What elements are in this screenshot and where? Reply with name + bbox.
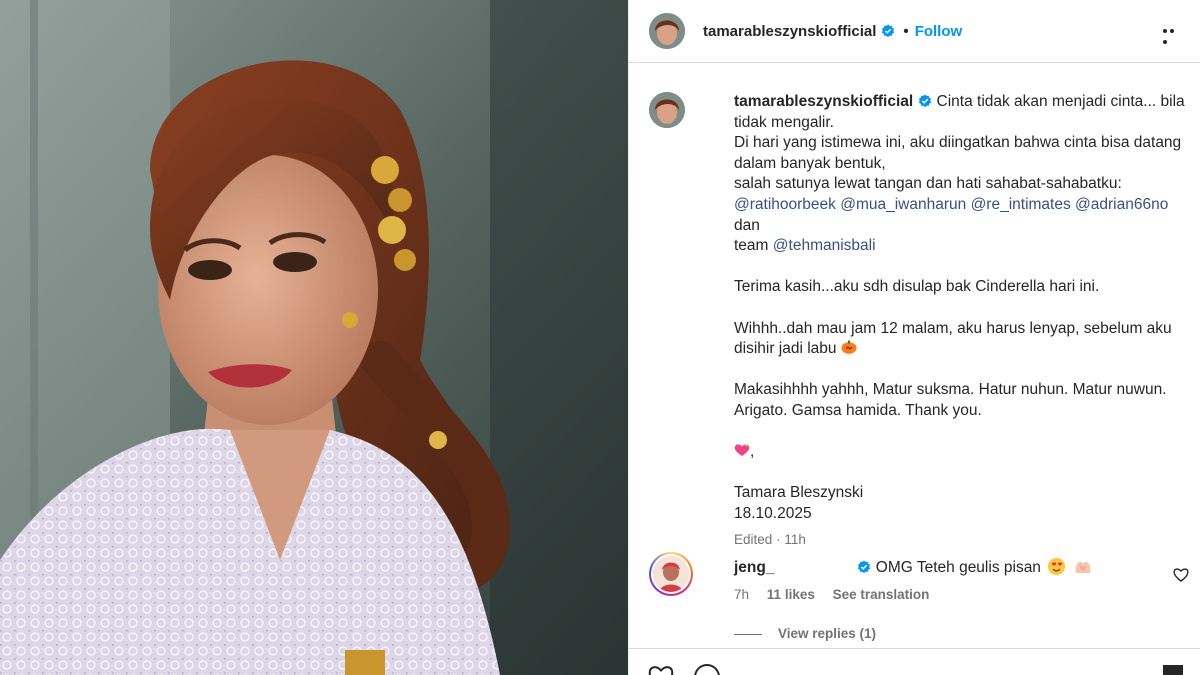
edited-meta: Edited · 11h bbox=[734, 530, 1196, 551]
heart-eyes-emoji-icon bbox=[1048, 558, 1066, 575]
see-translation-link[interactable]: See translation bbox=[833, 587, 930, 602]
comment-meta: 7h 11 likes See translation bbox=[734, 587, 943, 602]
heart-suffix: , bbox=[750, 443, 755, 461]
comment-like-heart-icon[interactable] bbox=[1173, 567, 1189, 582]
mentions-joiner: dan bbox=[734, 216, 760, 234]
commenter-avatar[interactable] bbox=[649, 552, 693, 596]
team-prefix: team bbox=[734, 237, 769, 255]
caption-heart-line: , bbox=[734, 442, 1196, 463]
view-replies-label: View replies (1) bbox=[778, 626, 877, 641]
mention-link[interactable]: @re_intimates bbox=[971, 196, 1071, 213]
edited-label: Edited bbox=[734, 532, 773, 548]
sparkling-heart-icon bbox=[734, 443, 750, 457]
bookmark-icon[interactable] bbox=[1159, 663, 1187, 675]
caption-paragraph: Wihhh..dah mau jam 12 malam, aku harus l… bbox=[734, 319, 1172, 337]
comment-item: jeng_ OMG Teteh geulis pisan 7h 11 likes… bbox=[649, 552, 1189, 602]
mention-link[interactable]: @tehmanisbali bbox=[773, 237, 876, 254]
verified-badge-icon bbox=[882, 24, 895, 38]
caption-author-avatar[interactable] bbox=[649, 92, 685, 128]
heart-hands-emoji-icon bbox=[1075, 561, 1090, 573]
verified-badge-icon bbox=[919, 94, 932, 108]
caption-line: Di hari yang istimewa ini, aku diingatka… bbox=[734, 134, 1182, 152]
caption-paragraph-line: disihir jadi labu bbox=[734, 339, 1196, 360]
comment-icon[interactable] bbox=[693, 663, 721, 675]
caption-line: dalam banyak bentuk, bbox=[734, 154, 886, 172]
caption-line: Cinta tidak akan menjadi cinta... bila bbox=[936, 93, 1185, 110]
replies-line bbox=[734, 633, 762, 635]
post-photo[interactable] bbox=[0, 0, 628, 675]
view-replies-button[interactable]: View replies (1) bbox=[734, 626, 876, 641]
redacted-username-part bbox=[774, 562, 853, 573]
caption-paragraph: Terima kasih...aku sdh disulap bak Cinde… bbox=[734, 278, 1100, 296]
portrait-image bbox=[0, 0, 628, 675]
post-actions-bar bbox=[629, 648, 1200, 675]
edited-time[interactable]: 11h bbox=[784, 532, 806, 547]
post-header: tamarableszynskiofficial • Follow bbox=[629, 0, 1200, 63]
caption-line: tidak mengalir. bbox=[734, 113, 834, 131]
author-avatar[interactable] bbox=[649, 13, 685, 49]
caption-mentions-line: @ratihoorbeek @mua_iwanharun @re_intimat… bbox=[734, 195, 1196, 236]
mention-link[interactable]: @adrian66no bbox=[1075, 196, 1168, 213]
mention-link[interactable]: @mua_iwanharun bbox=[840, 196, 966, 213]
caption-paragraph: Makasihhhh yahhh, Matur suksma. Hatur nu… bbox=[734, 381, 1167, 399]
heart-icon[interactable] bbox=[647, 663, 675, 675]
signature-name: Tamara Bleszynski bbox=[734, 484, 864, 502]
caption-username[interactable]: tamarableszynskiofficial bbox=[734, 93, 913, 110]
mention-link[interactable]: @ratihoorbeek bbox=[734, 196, 836, 213]
comment-likes[interactable]: 11 likes bbox=[767, 587, 815, 602]
commenter-username[interactable]: jeng_ bbox=[734, 559, 774, 576]
more-options-icon[interactable] bbox=[1161, 22, 1181, 44]
header-separator: • bbox=[903, 22, 909, 40]
caption-line: salah satunya lewat tangan dan hati saha… bbox=[734, 175, 1122, 193]
caption-paragraph: Arigato. Gamsa hamida. Thank you. bbox=[734, 401, 982, 419]
author-username[interactable]: tamarableszynskiofficial bbox=[703, 23, 876, 40]
comment-text: OMG Teteh geulis pisan bbox=[875, 559, 1041, 576]
verified-badge-icon bbox=[858, 560, 871, 574]
caption-text: tamarableszynskiofficial Cinta tidak aka… bbox=[734, 92, 1196, 551]
caption-team-line: team @tehmanisbali bbox=[734, 236, 1196, 257]
signature-date: 18.10.2025 bbox=[734, 504, 812, 522]
edited-dot: · bbox=[776, 532, 781, 548]
comment-time[interactable]: 7h bbox=[734, 587, 749, 602]
post-side-panel: tamarableszynskiofficial • Follow tamara… bbox=[628, 0, 1200, 675]
caption-text-span: disihir jadi labu bbox=[734, 340, 837, 358]
pumpkin-emoji-icon bbox=[841, 340, 857, 354]
instagram-post: tamarableszynskiofficial • Follow tamara… bbox=[0, 0, 1200, 675]
comment-text-row: jeng_ OMG Teteh geulis pisan bbox=[734, 558, 1092, 577]
follow-button[interactable]: Follow bbox=[915, 23, 963, 40]
